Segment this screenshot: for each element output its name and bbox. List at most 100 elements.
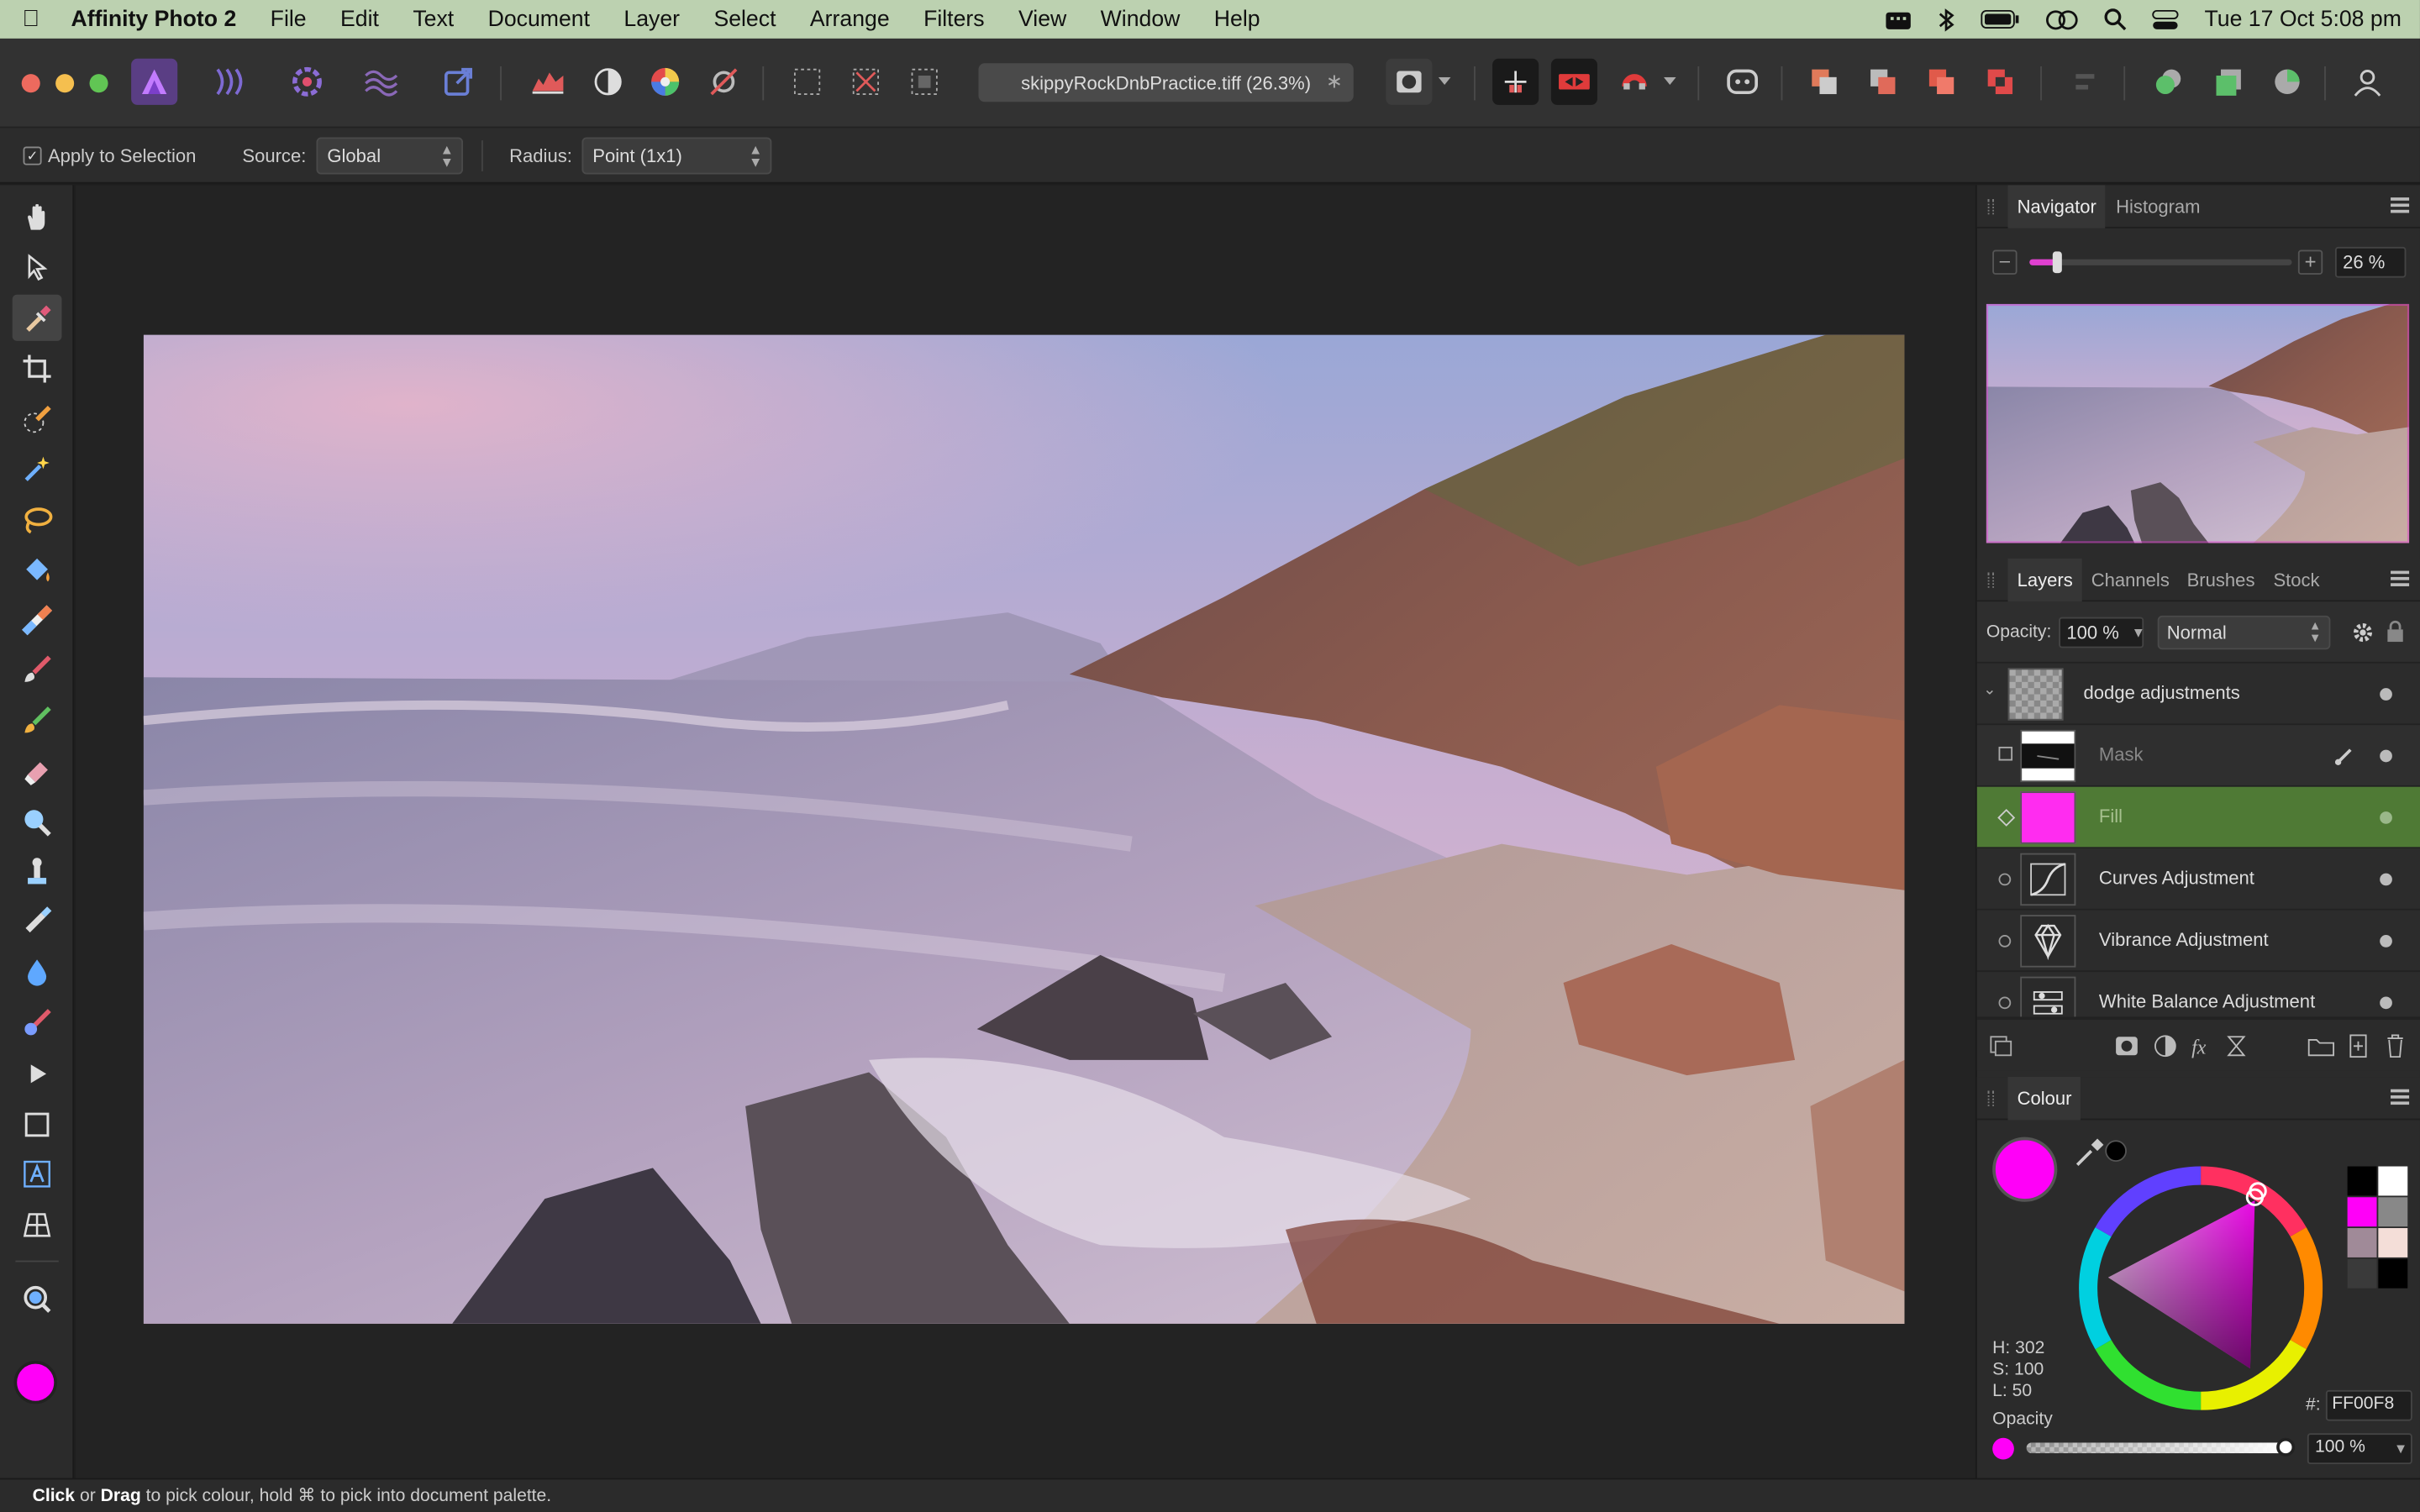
swatch-black-2[interactable] (2378, 1258, 2408, 1289)
gradient-tool-icon[interactable] (13, 597, 62, 643)
window-zoom-button[interactable] (89, 74, 108, 93)
force-pixel-alignment-icon[interactable] (1550, 58, 1597, 105)
select-all-icon[interactable] (784, 59, 830, 105)
tab-channels[interactable]: Channels (2082, 559, 2179, 601)
blur-brush-tool-icon[interactable] (13, 949, 62, 995)
document-tab[interactable]: skippyRockDnbPractice.tiff (26.3%) ∗ (978, 63, 1354, 102)
panel-grip-icon[interactable] (1987, 198, 1995, 215)
apple-menu-icon[interactable]:  (0, 6, 61, 32)
battery-icon[interactable] (1981, 9, 2021, 29)
menu-app[interactable]: Affinity Photo 2 (61, 7, 253, 31)
swatch-magenta[interactable] (2347, 1197, 2377, 1227)
colour-opacity-dropdown-icon[interactable]: ▼ (2394, 1435, 2407, 1462)
colour-opacity-slider[interactable] (2026, 1437, 2296, 1457)
window-close-button[interactable] (21, 74, 40, 93)
hex-field[interactable]: FF00F8 (2325, 1389, 2412, 1421)
panel-grip-icon[interactable] (1987, 572, 1995, 588)
add-mask-icon[interactable] (2114, 1035, 2139, 1057)
mesh-warp-tool-icon[interactable] (13, 1000, 62, 1046)
develop-persona-icon[interactable] (284, 59, 330, 105)
swatch-grey[interactable] (2378, 1197, 2408, 1227)
layer-opacity-field[interactable]: 100 % ▼ (2059, 617, 2145, 648)
layer-row-white-balance[interactable]: White Balance Adjustment (1976, 972, 2420, 1019)
zoom-slider[interactable] (2029, 251, 2292, 274)
tab-navigator[interactable]: Navigator (2007, 185, 2106, 228)
radius-select[interactable]: Point (1x1) ▲ ▼ (581, 137, 772, 175)
picked-colour-swatch[interactable] (2105, 1140, 2127, 1163)
xor-boolean-icon[interactable] (1977, 59, 2023, 105)
swatch-white[interactable] (2378, 1166, 2408, 1196)
invert-selection-icon[interactable] (902, 59, 948, 105)
control-center-icon[interactable] (2152, 8, 2180, 30)
add-pixel-layer-icon[interactable] (2226, 1034, 2248, 1058)
menu-view[interactable]: View (1002, 7, 1084, 31)
layer-settings-gear-icon[interactable] (2352, 622, 2374, 643)
liquify-persona-icon[interactable] (208, 59, 255, 105)
opacity-dropdown-icon[interactable]: ▼ (2132, 619, 2145, 647)
tab-brushes[interactable]: Brushes (2178, 559, 2265, 601)
tab-histogram[interactable]: Histogram (2107, 185, 2209, 228)
window-minimize-button[interactable] (55, 74, 75, 93)
layers-menu-icon[interactable] (2391, 570, 2410, 586)
zoom-out-button[interactable]: – (1992, 249, 2018, 275)
subtract-boolean-icon[interactable] (1860, 59, 1906, 105)
menu-text[interactable]: Text (396, 7, 471, 31)
layer-row-mask[interactable]: Mask (1976, 725, 2420, 787)
bluetooth-icon[interactable] (1938, 7, 1956, 31)
crop-tool-icon[interactable] (13, 345, 62, 391)
erase-brush-tool-icon[interactable] (13, 748, 62, 795)
account-icon[interactable] (2344, 59, 2391, 105)
layer-row-fill[interactable]: Fill (1976, 786, 2420, 849)
add-group-folder-icon[interactable] (2307, 1035, 2335, 1057)
rectangle-tool-icon[interactable] (13, 1101, 62, 1147)
intersect-boolean-icon[interactable] (1918, 59, 1965, 105)
swatch-light-pink[interactable] (2378, 1228, 2408, 1257)
layer-visibility-dot-icon[interactable] (2380, 811, 2392, 824)
colour-menu-icon[interactable] (2391, 1089, 2410, 1105)
layer-blend-icon[interactable] (1998, 935, 2012, 948)
zoom-slider-handle[interactable] (2052, 251, 2062, 274)
colour-wheel[interactable] (2079, 1166, 2323, 1410)
menu-document[interactable]: Document (471, 7, 607, 31)
perspective-tool-icon[interactable] (13, 1202, 62, 1248)
swatch-black[interactable] (2347, 1166, 2377, 1196)
colour-picker-icon[interactable] (2073, 1136, 2107, 1169)
snapping-magnet-icon[interactable] (1612, 59, 1658, 105)
keyboard-icon[interactable] (1885, 8, 1912, 30)
colour-replacement-brush-icon[interactable] (13, 697, 62, 743)
swatch-mauve[interactable] (2347, 1228, 2377, 1257)
tab-layers[interactable]: Layers (2007, 558, 2082, 602)
flood-fill-tool-icon[interactable] (13, 548, 62, 594)
tab-stock[interactable]: Stock (2264, 559, 2328, 601)
healing-brush-tool-icon[interactable] (13, 898, 62, 944)
export-persona-icon[interactable] (435, 59, 481, 105)
layer-row-curves[interactable]: Curves Adjustment (1976, 848, 2420, 911)
add-layer-icon[interactable] (2348, 1032, 2370, 1060)
levels-icon[interactable] (524, 59, 571, 105)
freehand-selection-tool-icon[interactable] (13, 496, 62, 543)
swatch-dark-grey[interactable] (2347, 1258, 2377, 1289)
apply-to-selection-checkbox[interactable]: ✓ (23, 146, 42, 165)
menu-filters[interactable]: Filters (907, 7, 1002, 31)
menu-file[interactable]: File (253, 7, 323, 31)
screen-mirroring-icon[interactable] (2045, 8, 2079, 30)
add-live-filter-icon[interactable]: fx (2190, 1034, 2214, 1058)
artistic-text-tool-icon[interactable] (13, 1151, 62, 1197)
quick-mask-icon[interactable] (1386, 58, 1433, 105)
snapping-icon[interactable] (1492, 58, 1539, 105)
flood-select-tool-icon[interactable] (13, 446, 62, 492)
layer-lock-icon[interactable] (2386, 620, 2405, 643)
photo-persona-icon[interactable] (131, 58, 178, 105)
tab-colour[interactable]: Colour (2007, 1077, 2081, 1121)
menu-layer[interactable]: Layer (607, 7, 697, 31)
insert-inside-icon[interactable] (2264, 59, 2310, 105)
auto-white-balance-icon[interactable] (701, 59, 747, 105)
menu-clock[interactable]: Tue 17 Oct 5:08 pm (2204, 7, 2401, 31)
group-expand-chevron-icon[interactable]: ⌄ (1983, 682, 1996, 699)
dodge-brush-tool-icon[interactable] (13, 799, 62, 845)
blend-mode-select[interactable]: Normal ▲ ▼ (2157, 615, 2331, 650)
paint-brush-tool-icon[interactable] (13, 647, 62, 693)
assistant-icon[interactable] (1719, 59, 1765, 105)
move-tool-icon[interactable] (13, 244, 62, 290)
add-boolean-icon[interactable] (1801, 59, 1847, 105)
